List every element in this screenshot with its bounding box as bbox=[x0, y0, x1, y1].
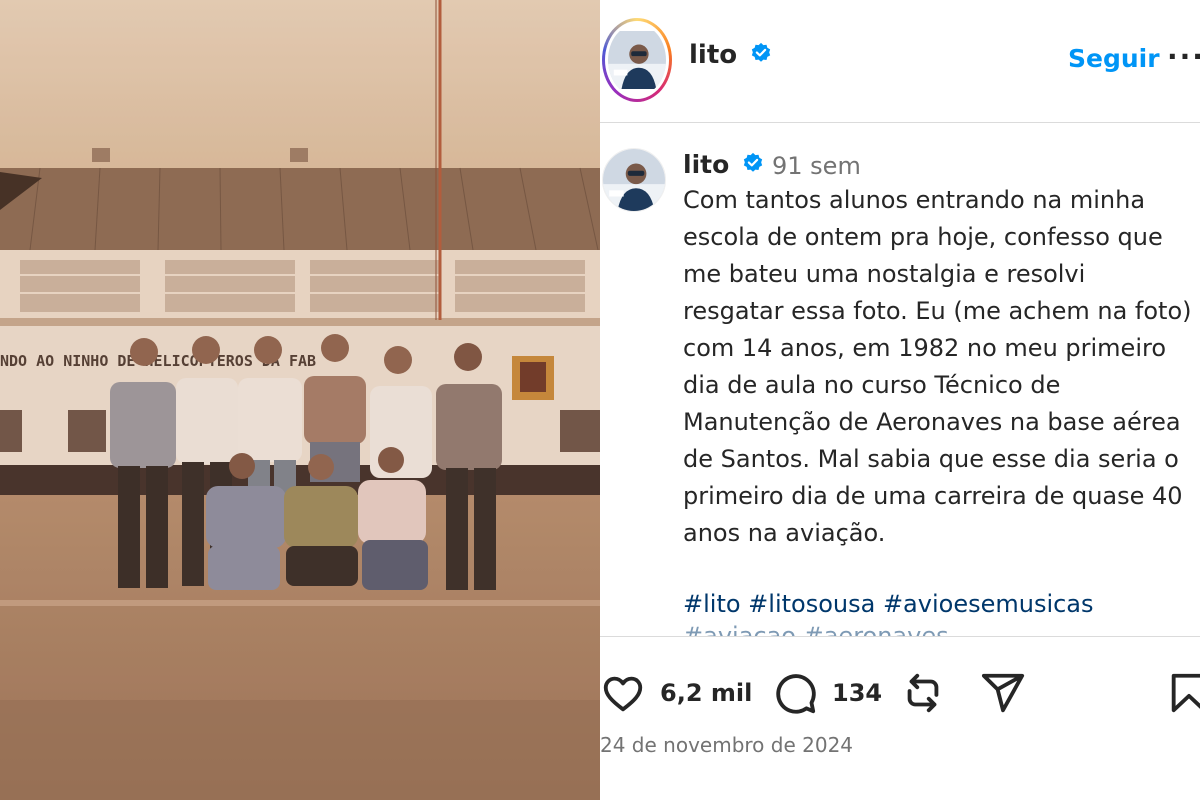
verified-badge-icon bbox=[743, 152, 763, 172]
comment-button[interactable]: 134 bbox=[772, 671, 882, 715]
heart-icon bbox=[603, 676, 643, 712]
more-options-button[interactable]: ··· bbox=[1167, 40, 1200, 73]
header-username-text: lito bbox=[689, 40, 738, 70]
story-avatar[interactable] bbox=[602, 18, 672, 102]
save-button[interactable] bbox=[1166, 671, 1200, 715]
header-username[interactable]: lito bbox=[689, 40, 772, 70]
post-panel: lito Seguir ··· lito bbox=[600, 0, 1200, 800]
post-photo-image: NDO AO NINHO DE HELICÓPTEROS DA FAB bbox=[0, 0, 600, 800]
like-count[interactable]: 6,2 mil bbox=[660, 679, 752, 707]
caption-text: Com tantos alunos entrando na minha esco… bbox=[683, 186, 1192, 547]
comment-icon bbox=[776, 674, 816, 714]
post-date: 24 de novembro de 2024 bbox=[600, 733, 854, 757]
avatar-icon bbox=[603, 149, 665, 211]
caption-avatar[interactable] bbox=[602, 148, 666, 212]
post-time[interactable]: 91 sem bbox=[772, 152, 861, 180]
post-header: lito Seguir ··· bbox=[600, 0, 1200, 123]
caption-area: lito 91 sem Com tantos alunos entrando n… bbox=[600, 124, 1200, 636]
caption-username[interactable]: lito bbox=[683, 150, 764, 179]
hashtags-more[interactable]: #aviacao #aeronaves bbox=[683, 622, 949, 636]
follow-button[interactable]: Seguir bbox=[1068, 44, 1160, 73]
hashtags[interactable]: #lito #litosousa #avioesemusicas bbox=[683, 586, 1193, 622]
like-button[interactable]: 6,2 mil bbox=[600, 671, 752, 715]
action-bar: 6,2 mil 134 24 de novembro de 2024 bbox=[600, 636, 1200, 800]
repost-button[interactable] bbox=[900, 671, 946, 715]
comment-count[interactable]: 134 bbox=[832, 679, 882, 707]
avatar-icon bbox=[608, 31, 666, 89]
caption-username-text: lito bbox=[683, 150, 730, 179]
bookmark-icon bbox=[1171, 673, 1200, 713]
repost-icon bbox=[907, 673, 939, 713]
share-button[interactable] bbox=[980, 671, 1026, 715]
post-photo[interactable]: NDO AO NINHO DE HELICÓPTEROS DA FAB bbox=[0, 0, 600, 800]
verified-badge-icon bbox=[752, 42, 771, 62]
send-icon bbox=[981, 673, 1025, 713]
